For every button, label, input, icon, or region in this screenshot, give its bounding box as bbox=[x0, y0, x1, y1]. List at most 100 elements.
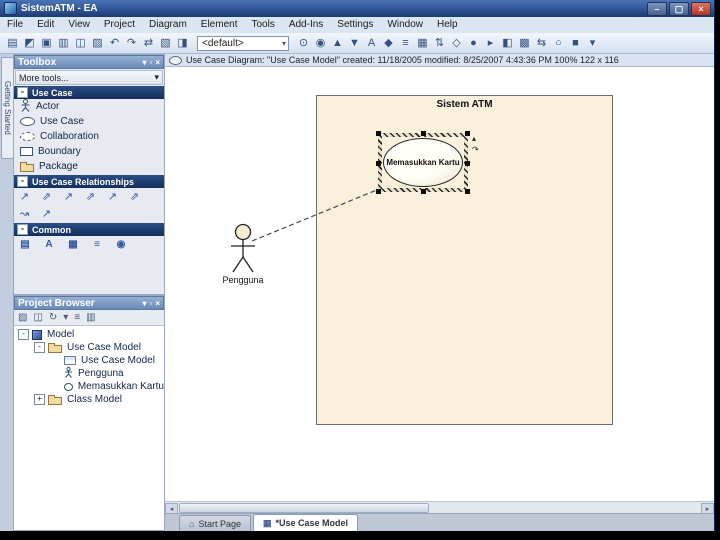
toolbox-header[interactable]: Toolbox ▾ ▫ × bbox=[14, 55, 164, 69]
chevron-down-icon[interactable]: ▾ bbox=[142, 299, 146, 308]
toolbar-icon[interactable]: ⇅ bbox=[431, 35, 448, 51]
common-tool-icon[interactable]: ≡ bbox=[90, 239, 104, 250]
toolbar-icon[interactable]: ≡ bbox=[74, 312, 80, 323]
toolbar-icon[interactable]: ◨ bbox=[174, 35, 191, 51]
quicklinker-icons[interactable]: ▴ ↷ bbox=[472, 135, 479, 154]
resize-handle[interactable] bbox=[376, 131, 381, 136]
tab-use-case-model[interactable]: ▦ *Use Case Model bbox=[252, 514, 359, 531]
close-icon[interactable]: × bbox=[155, 299, 160, 308]
toolbar-icon[interactable]: ↻ bbox=[49, 312, 57, 323]
toolbar-icon[interactable]: ▩ bbox=[516, 35, 533, 51]
section-header-relationships[interactable]: - Use Case Relationships bbox=[14, 175, 164, 188]
toolbar-icon[interactable]: ◫ bbox=[33, 312, 42, 323]
pin-icon[interactable]: ▫ bbox=[149, 58, 152, 67]
toolbar-icon[interactable]: ◆ bbox=[380, 35, 397, 51]
more-tools-dropdown[interactable]: More tools... ▾ bbox=[15, 70, 163, 85]
toolbar-icon[interactable]: ■ bbox=[567, 35, 584, 51]
menu-item[interactable]: Project bbox=[97, 17, 142, 33]
diagram-canvas[interactable]: Sistem ATM Memasukkan Kartu ▴ ↷ Pengguna bbox=[165, 67, 714, 501]
tab-start-page[interactable]: ⌂ Start Page bbox=[179, 515, 251, 531]
menu-item[interactable]: File bbox=[0, 17, 30, 33]
usecase-selection[interactable]: Memasukkan Kartu bbox=[376, 131, 470, 194]
chevron-down-icon[interactable]: ▾ bbox=[142, 58, 146, 67]
tool-package[interactable]: Package bbox=[14, 159, 164, 174]
titlebar[interactable]: SistemATM - EA – ▢ × bbox=[0, 0, 714, 17]
pin-icon[interactable]: ▫ bbox=[149, 299, 152, 308]
menu-item[interactable]: Settings bbox=[330, 17, 380, 33]
section-header-use-case[interactable]: - Use Case bbox=[14, 86, 164, 99]
resize-handle[interactable] bbox=[465, 189, 470, 194]
toolbar-icon[interactable]: ▨ bbox=[89, 35, 106, 51]
expand-icon[interactable]: + bbox=[34, 394, 45, 405]
section-header-common[interactable]: - Common bbox=[14, 223, 164, 236]
tree-item-use-case-diagram[interactable]: Use Case Model bbox=[14, 354, 164, 367]
tree-item-memasukkan-kartu[interactable]: Memasukkan Kartu bbox=[14, 380, 164, 393]
toolbar-icon[interactable]: ▦ bbox=[414, 35, 431, 51]
toolbar-icon[interactable]: ≡ bbox=[397, 35, 414, 51]
relationship-tool-icon[interactable]: ⇗ bbox=[84, 190, 97, 203]
toolbar-icon[interactable]: ↷ bbox=[123, 35, 140, 51]
resize-handle[interactable] bbox=[421, 189, 426, 194]
common-tool-icon[interactable]: ▤ bbox=[18, 239, 32, 250]
toolbar-icon[interactable]: ⊙ bbox=[295, 35, 312, 51]
usecase-element[interactable]: Memasukkan Kartu bbox=[383, 138, 463, 187]
toolbar-icon[interactable]: A bbox=[363, 35, 380, 51]
resize-handle[interactable] bbox=[465, 131, 470, 136]
menu-item[interactable]: Diagram bbox=[142, 17, 194, 33]
toolbar-icon[interactable]: ▼ bbox=[346, 35, 363, 51]
scroll-left-icon[interactable]: ◂ bbox=[165, 502, 178, 514]
style-combo[interactable]: <default> ▾ bbox=[197, 35, 289, 51]
relationship-tool-icon[interactable]: ⇗ bbox=[40, 190, 53, 203]
minimize-button[interactable]: – bbox=[647, 2, 667, 16]
collapse-icon[interactable]: - bbox=[18, 329, 29, 340]
close-button[interactable]: × bbox=[691, 2, 711, 16]
menu-item[interactable]: Tools bbox=[244, 17, 281, 33]
toolbar-icon[interactable]: ▤ bbox=[4, 35, 21, 51]
scroll-right-icon[interactable]: ▸ bbox=[701, 502, 714, 514]
relationship-tool-icon[interactable]: ↗ bbox=[18, 190, 31, 203]
collapse-icon[interactable]: - bbox=[17, 87, 28, 98]
toolbar-icon[interactable]: ▾ bbox=[584, 35, 601, 51]
toolbar-icon[interactable]: ⇄ bbox=[140, 35, 157, 51]
resize-handle[interactable] bbox=[421, 131, 426, 136]
quicklink-arrow-icon[interactable]: ↷ bbox=[472, 146, 479, 154]
collapse-icon[interactable]: - bbox=[17, 224, 28, 235]
toolbar-icon[interactable]: ● bbox=[465, 35, 482, 51]
menu-item[interactable]: Window bbox=[380, 17, 430, 33]
collapse-icon[interactable]: - bbox=[34, 342, 45, 353]
menu-item[interactable]: Add-Ins bbox=[282, 17, 330, 33]
tree-item-pengguna[interactable]: Pengguna bbox=[14, 366, 164, 380]
menu-item[interactable]: View bbox=[61, 17, 97, 33]
common-tool-icon[interactable]: ▦ bbox=[66, 239, 80, 250]
toolbar-icon[interactable]: ◇ bbox=[448, 35, 465, 51]
toolbar-icon[interactable]: ▧ bbox=[157, 35, 174, 51]
toolbar-icon[interactable]: ◧ bbox=[499, 35, 516, 51]
scrollbar-thumb[interactable] bbox=[179, 503, 429, 513]
tool-use-case[interactable]: Use Case bbox=[14, 114, 164, 129]
tool-collaboration[interactable]: Collaboration bbox=[14, 129, 164, 144]
close-icon[interactable]: × bbox=[155, 58, 160, 67]
common-tool-icon[interactable]: A bbox=[42, 239, 56, 250]
relationship-tool-icon[interactable]: ↝ bbox=[18, 207, 31, 220]
menu-item[interactable]: Element bbox=[194, 17, 245, 33]
toolbar-icon[interactable]: ↶ bbox=[106, 35, 123, 51]
resize-handle[interactable] bbox=[376, 160, 381, 166]
tool-boundary[interactable]: Boundary bbox=[14, 144, 164, 159]
toolbar-icon[interactable]: ▲ bbox=[329, 35, 346, 51]
quicklink-up-icon[interactable]: ▴ bbox=[472, 135, 479, 143]
relationship-tool-icon[interactable]: ↗ bbox=[62, 190, 75, 203]
toolbar-icon[interactable]: ▥ bbox=[86, 312, 95, 323]
relationship-tool-icon[interactable]: ⇗ bbox=[128, 190, 141, 203]
common-tool-icon[interactable]: ◉ bbox=[114, 239, 128, 250]
resize-handle[interactable] bbox=[465, 160, 470, 166]
toolbar-icon[interactable]: ▾ bbox=[63, 312, 68, 323]
toolbar-icon[interactable]: ▸ bbox=[482, 35, 499, 51]
tree-item-use-case-model-package[interactable]: - Use Case Model bbox=[14, 341, 164, 354]
toolbar-icon[interactable]: ▧ bbox=[18, 312, 27, 323]
toolbar-icon[interactable]: ▣ bbox=[38, 35, 55, 51]
tree-item-class-model[interactable]: + Class Model bbox=[14, 393, 164, 406]
toolbar-icon[interactable]: ◩ bbox=[21, 35, 38, 51]
tool-actor[interactable]: Actor bbox=[14, 98, 164, 114]
relationship-tool-icon[interactable]: ↗ bbox=[40, 207, 53, 220]
tree-item-model[interactable]: - Model bbox=[14, 328, 164, 341]
